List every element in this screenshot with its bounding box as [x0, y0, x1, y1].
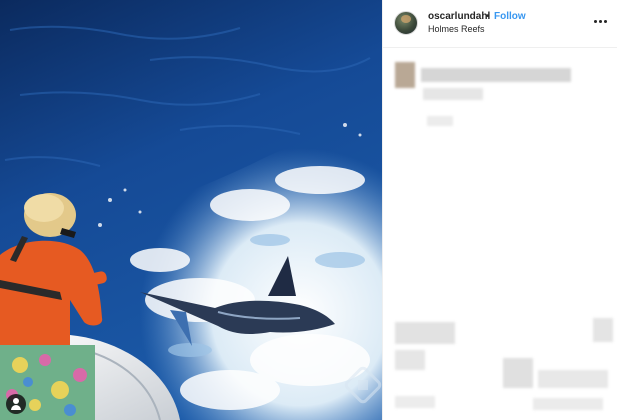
dot [604, 20, 607, 23]
follow-button[interactable]: Follow [494, 11, 526, 22]
blurred-text [421, 68, 571, 82]
blurred-text [395, 322, 455, 344]
blurred-text [395, 350, 425, 370]
location-link[interactable]: Holmes Reefs [428, 24, 485, 34]
blurred-text [427, 116, 453, 126]
blurred-text [503, 358, 533, 388]
blurred-icon [593, 318, 613, 342]
blurred-text [538, 370, 608, 388]
blurred-text [533, 398, 603, 410]
tag-shoulders [11, 405, 21, 410]
tag-head [13, 398, 19, 404]
post-photo[interactable] [0, 0, 382, 420]
more-options-icon[interactable] [592, 14, 610, 28]
dot [599, 20, 602, 23]
separator-dot: • [486, 11, 490, 22]
post-side-panel: oscarlundahl • Follow Holmes Reefs [382, 0, 617, 420]
blurred-avatar [395, 62, 415, 88]
marlin-fishing-photo [0, 0, 382, 420]
avatar[interactable] [394, 11, 418, 35]
username-link[interactable]: oscarlundahl [428, 11, 490, 22]
blurred-text [423, 88, 483, 100]
dot [594, 20, 597, 23]
user-tag-icon[interactable] [6, 394, 26, 414]
blurred-text [395, 396, 435, 408]
post-header: oscarlundahl • Follow Holmes Reefs [383, 0, 617, 48]
